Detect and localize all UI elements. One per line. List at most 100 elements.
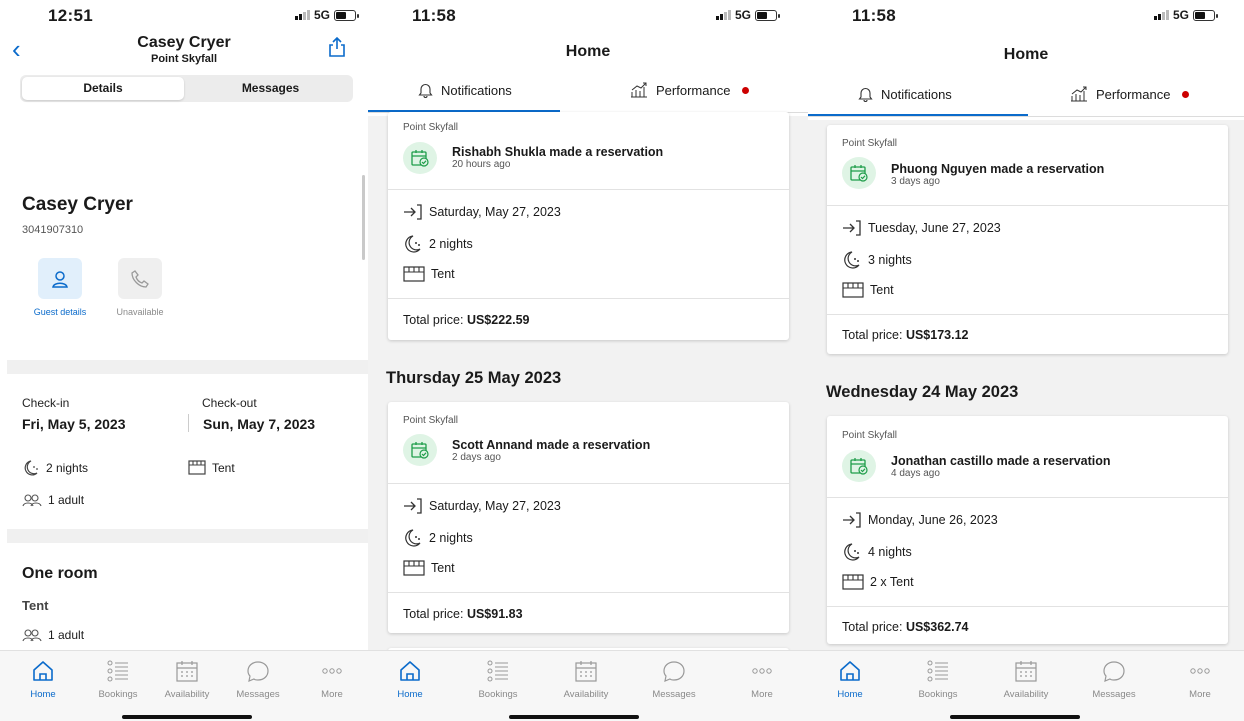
nav-availability[interactable]: Availability xyxy=(151,659,223,700)
calendar-check-icon xyxy=(850,165,868,182)
tab-separator xyxy=(808,116,1244,117)
nights-row: 2 nights xyxy=(403,529,473,547)
home-notifications-screen-b: 11:58 5G Home Notifications Performance … xyxy=(808,0,1244,721)
reservation-icon-badge xyxy=(403,434,437,466)
reservation-icon-badge xyxy=(842,450,876,482)
total-value: US$173.12 xyxy=(905,328,969,342)
nav-messages-label: Messages xyxy=(236,689,280,700)
nav-bookings[interactable]: Bookings xyxy=(82,659,154,700)
room-type: Tent xyxy=(22,598,49,613)
total-label: Total price: xyxy=(403,607,464,621)
nav-more-label: More xyxy=(321,689,343,700)
checkin-arrow-icon xyxy=(404,204,422,220)
network-label: 5G xyxy=(1173,8,1190,22)
reservation-card[interactable]: Point Skyfall Phuong Nguyen made a reser… xyxy=(827,125,1228,354)
nav-bookings[interactable]: Bookings xyxy=(462,659,534,700)
tent-icon xyxy=(403,266,425,282)
person-icon xyxy=(52,270,68,288)
reservation-title: Phuong Nguyen made a reservation xyxy=(891,162,1105,176)
nav-home[interactable]: Home xyxy=(814,659,886,700)
nights-text: 2 nights xyxy=(46,461,89,475)
nav-messages-label: Messages xyxy=(652,689,696,700)
nav-more[interactable]: More xyxy=(726,659,798,700)
nav-availability-label: Availability xyxy=(1003,689,1049,700)
unit-row: Tent xyxy=(403,560,455,576)
reservation-card[interactable]: Point Skyfall Scott Annand made a reserv… xyxy=(388,402,789,633)
reservation-card[interactable]: Point Skyfall Jonathan castillo made a r… xyxy=(827,416,1228,644)
nav-home[interactable]: Home xyxy=(7,659,79,700)
nav-home-label: Home xyxy=(837,689,863,700)
checkin-label: Check-in xyxy=(22,396,70,410)
nights-text: 2 nights xyxy=(429,531,473,545)
guest-detail-screen: 12:51 5G ‹ Casey Cryer Point Skyfall Det… xyxy=(0,0,368,721)
tab-performance[interactable]: Performance xyxy=(630,82,750,98)
guests-text: 1 adult xyxy=(48,493,85,507)
more-icon xyxy=(752,668,772,674)
nav-messages[interactable]: Messages xyxy=(638,659,710,700)
tab-notifications[interactable]: Notifications xyxy=(418,82,512,98)
people-icon xyxy=(22,629,42,642)
nav-bookings-label: Bookings xyxy=(98,689,138,700)
status-time: 12:51 xyxy=(48,6,93,25)
scrollbar[interactable] xyxy=(362,175,365,260)
property-name: Point Skyfall xyxy=(403,122,459,133)
home-icon xyxy=(33,661,53,681)
unit-row: Tent xyxy=(842,282,894,298)
nav-bookings[interactable]: Bookings xyxy=(902,659,974,700)
status-time: 11:58 xyxy=(412,6,457,25)
battery-icon xyxy=(755,9,781,21)
tab-messages[interactable]: Messages xyxy=(188,77,353,100)
chart-icon xyxy=(631,82,647,98)
nav-availability[interactable]: Availability xyxy=(990,659,1062,700)
card-divider xyxy=(827,606,1228,607)
signal-indicator: 5G xyxy=(1154,8,1219,22)
tab-notifications[interactable]: Notifications xyxy=(858,86,952,102)
card-divider xyxy=(827,314,1228,315)
calendar-icon xyxy=(575,661,597,682)
nav-bookings-label: Bookings xyxy=(918,689,958,700)
guest-details-button[interactable] xyxy=(38,258,82,299)
guests-row: 1 adult xyxy=(22,493,84,507)
total-value: US$222.59 xyxy=(466,313,530,327)
nights-row: 2 nights xyxy=(403,235,473,253)
nights-text: 3 nights xyxy=(868,253,912,267)
signal-indicator: 5G xyxy=(716,8,781,22)
home-header: Home Notifications Performance xyxy=(368,34,808,116)
header-title: Casey Cryer xyxy=(137,34,231,51)
calendar-check-icon xyxy=(411,442,429,459)
reservation-card[interactable]: Point Skyfall Rishabh Shukla made a rese… xyxy=(388,112,789,340)
checkout-label: Check-out xyxy=(202,396,257,410)
home-notifications-screen-a: 11:58 5G Home Notifications Performance … xyxy=(368,0,808,721)
nav-messages[interactable]: Messages xyxy=(222,659,294,700)
tab-performance-label: Performance xyxy=(1096,86,1171,102)
unit-text: Tent xyxy=(212,460,235,475)
nav-home[interactable]: Home xyxy=(374,659,446,700)
checkin-value: Fri, May 5, 2023 xyxy=(22,416,126,432)
nights-row: 3 nights xyxy=(842,251,912,269)
checkin-date: Tuesday, June 27, 2023 xyxy=(868,221,1001,235)
card-divider xyxy=(388,189,789,190)
share-icon[interactable] xyxy=(328,36,346,58)
nav-home-label: Home xyxy=(30,689,56,700)
call-button[interactable] xyxy=(118,258,162,299)
checkin-date: Saturday, May 27, 2023 xyxy=(429,205,561,219)
nav-more[interactable]: More xyxy=(296,659,368,700)
tab-performance[interactable]: Performance xyxy=(1070,86,1190,102)
nav-availability[interactable]: Availability xyxy=(550,659,622,700)
home-header: Home Notifications Performance xyxy=(808,34,1244,120)
checkin-arrow-icon xyxy=(404,498,422,514)
total-value: US$91.83 xyxy=(466,607,523,621)
tab-details[interactable]: Details xyxy=(22,77,184,100)
nav-messages[interactable]: Messages xyxy=(1078,659,1150,700)
unit-row: Tent xyxy=(188,460,235,475)
property-name: Point Skyfall xyxy=(842,138,898,149)
nav-more[interactable]: More xyxy=(1164,659,1236,700)
total-price: Total price: US$173.12 xyxy=(842,328,969,342)
card-divider xyxy=(388,483,789,484)
bottom-nav: Home Bookings Availability Messages More xyxy=(0,650,368,721)
total-label: Total price: xyxy=(842,328,903,342)
checkin-divider xyxy=(188,414,189,432)
alert-dot xyxy=(1182,90,1190,98)
bell-icon xyxy=(418,83,433,98)
bottom-nav: Home Bookings Availability Messages More xyxy=(808,650,1244,721)
